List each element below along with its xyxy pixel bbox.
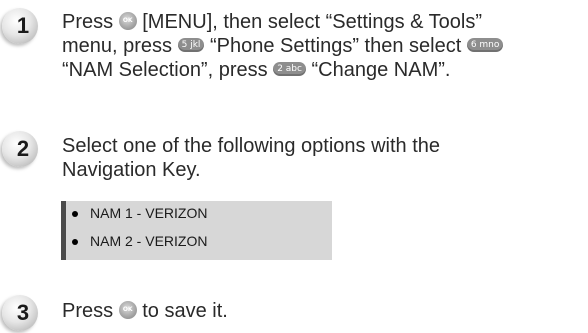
- key-5-icon: 5 jkl: [177, 37, 205, 52]
- step-1-line-3: “NAM Selection”, press 2 abc “Change NAM…: [62, 58, 503, 82]
- step-number-label: 3: [16, 300, 30, 325]
- step-3-number: 3: [0, 293, 40, 333]
- step-2-line-2: Navigation Key.: [62, 159, 201, 181]
- step-number-label: 2: [16, 136, 30, 161]
- option-nam-2: NAM 2 - VERIZON: [90, 233, 208, 249]
- text: “NAM Selection”, press: [62, 59, 268, 81]
- text: to save it.: [142, 300, 228, 322]
- text: “Phone Settings” then select: [210, 35, 462, 57]
- bullet-icon: [72, 239, 78, 245]
- step-2-text: Select one of the following options with…: [62, 134, 440, 182]
- step-1-text: Press OK [MENU], then select “Settings &…: [62, 10, 504, 82]
- step-2-line-1: Select one of the following options with…: [62, 135, 441, 157]
- step-2-number: 2: [0, 129, 40, 169]
- ok-key-icon: OK: [118, 300, 137, 319]
- step-number-label: 1: [16, 13, 30, 38]
- ok-key-icon: OK: [118, 11, 137, 30]
- step-1-line-1: Press OK [MENU], then select “Settings &…: [62, 10, 503, 34]
- text: Press: [62, 11, 114, 33]
- step-1-number: 1: [0, 6, 40, 46]
- options-bar: [61, 201, 66, 260]
- text: [MENU], then select “Settings & Tools”: [142, 11, 483, 33]
- step-3-text: Press OK to save it.: [62, 299, 228, 323]
- step-1-line-2: menu, press 5 jkl “Phone Settings” then …: [62, 34, 504, 58]
- text: Press: [62, 300, 114, 322]
- text: “Change NAM”.: [311, 59, 451, 81]
- key-6-icon: 6 mno: [466, 37, 504, 52]
- key-2-icon: 2 abc: [273, 61, 306, 76]
- option-nam-1: NAM 1 - VERIZON: [90, 205, 208, 221]
- text: menu, press: [62, 35, 173, 57]
- bullet-icon: [72, 211, 78, 217]
